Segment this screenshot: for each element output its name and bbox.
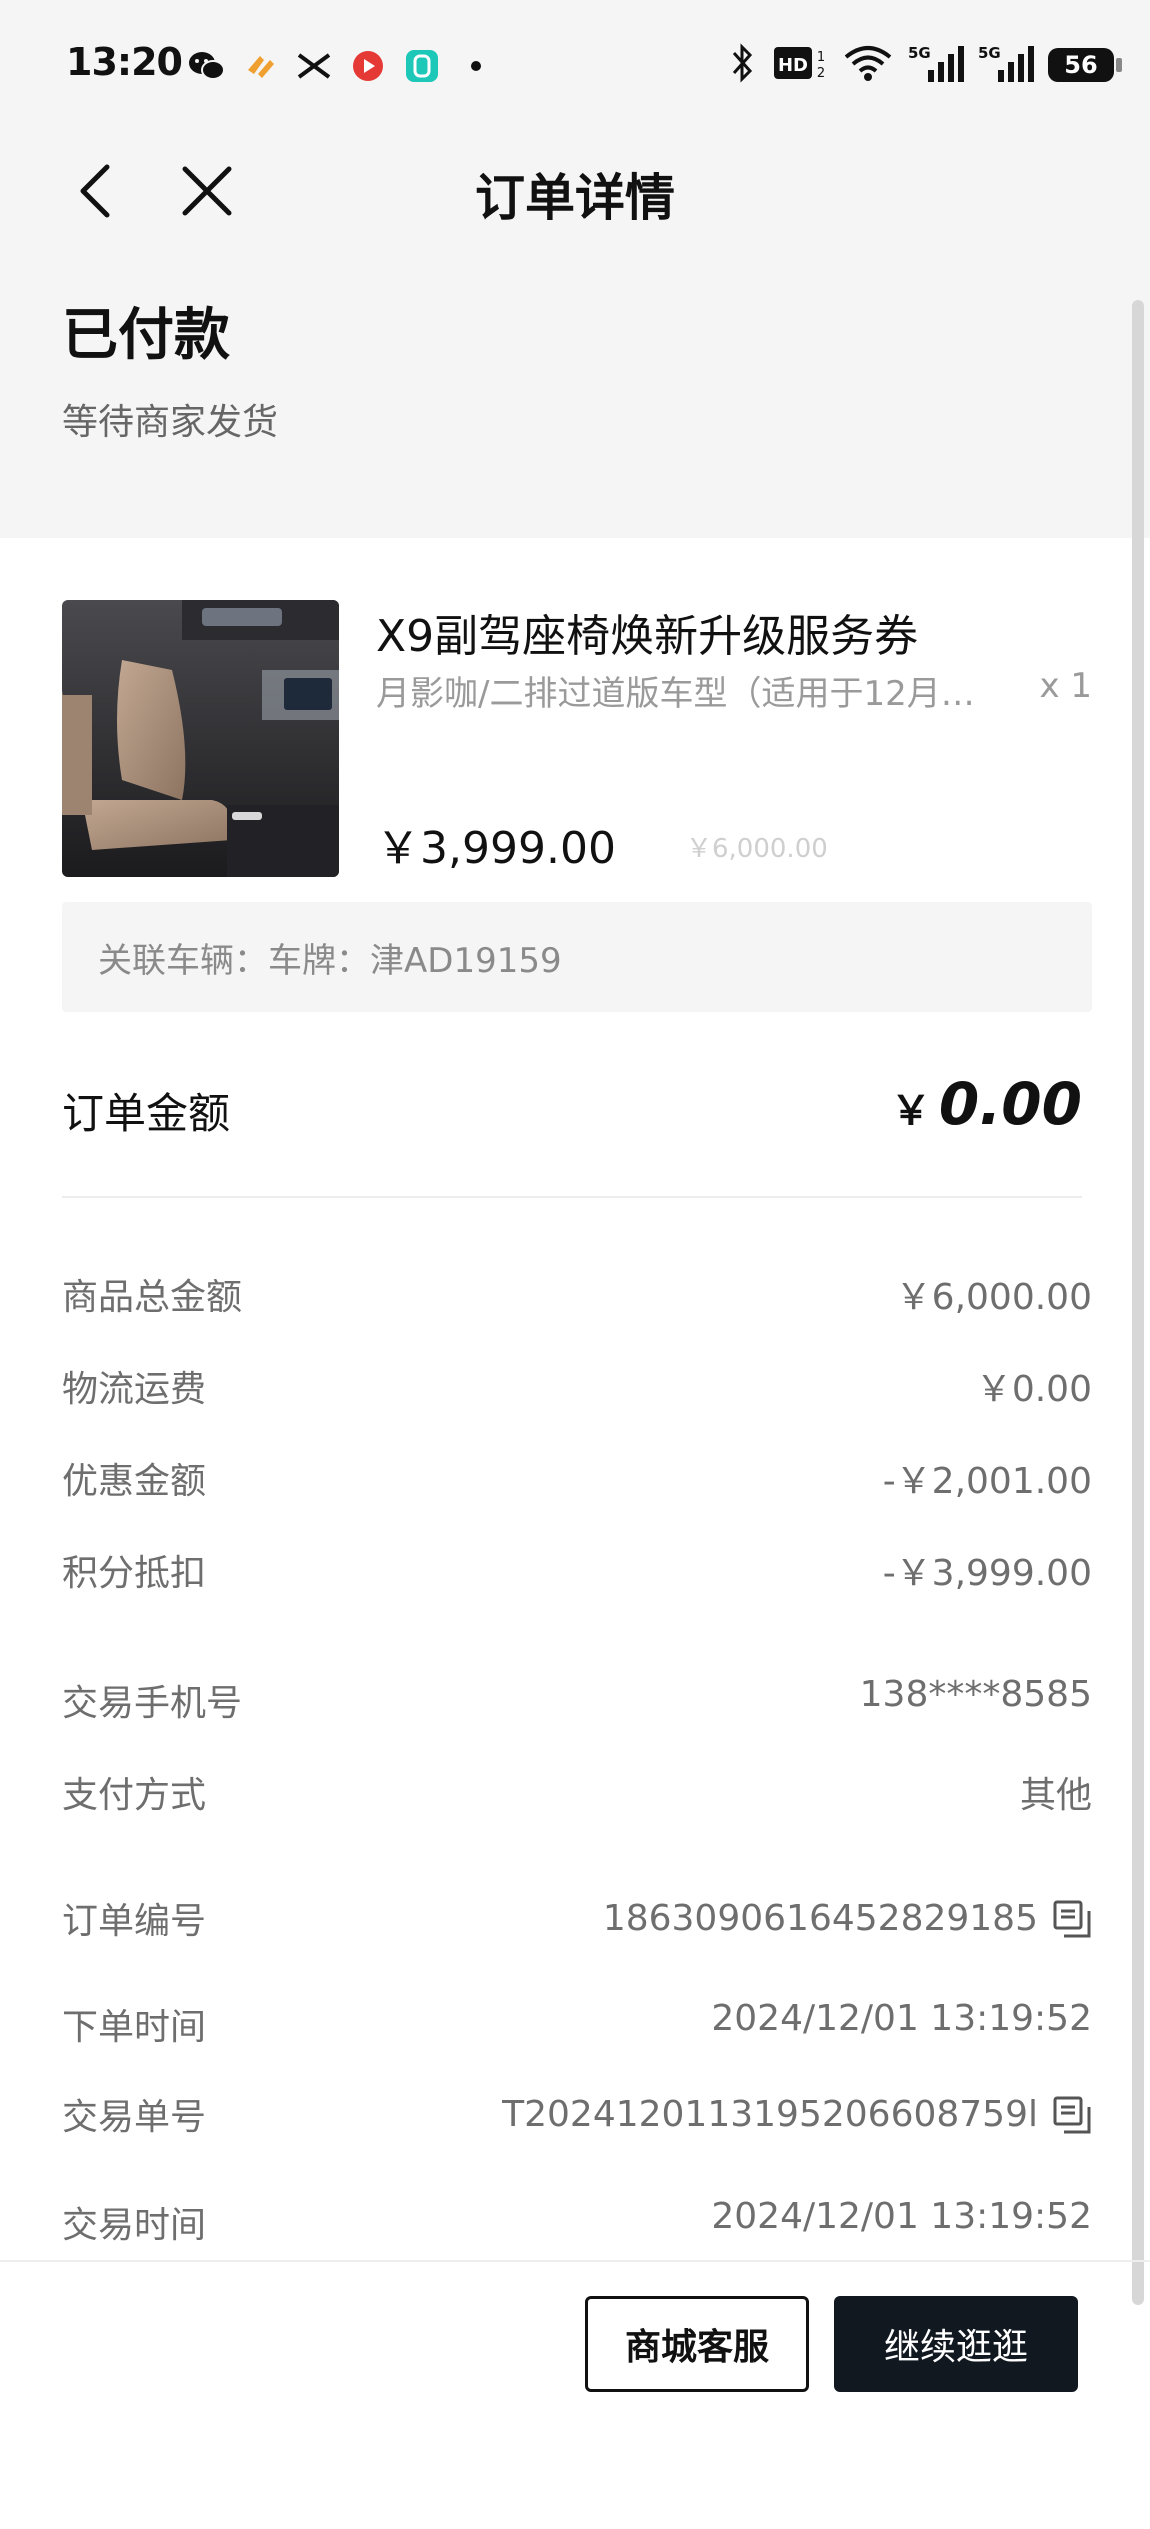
detail-value-text: ￥6,000.00: [895, 1277, 1092, 1318]
detail-row-phone: 交易手机号 138****8585: [62, 1674, 1092, 1730]
teal-app-icon: [402, 46, 442, 86]
detail-value-text: 2024/12/01 13:19:52: [711, 2196, 1092, 2237]
page-title: 订单详情: [475, 169, 675, 227]
detail-value-text: T2024120113195206608759l: [502, 2094, 1038, 2135]
red-app-icon: [348, 46, 388, 86]
linked-vehicle-text: 关联车辆：车牌：津AD19159: [98, 940, 562, 981]
product-image: [62, 600, 339, 877]
detail-label: 订单编号: [62, 1901, 207, 1942]
detail-value-text: 2024/12/01 13:19:52: [711, 1998, 1092, 2039]
product-name: X9副驾座椅焕新升级服务券: [376, 611, 919, 662]
x-app-icon: [294, 46, 334, 86]
detail-value: 1863090616452829185: [603, 1898, 1092, 1939]
product-card[interactable]: X9副驾座椅焕新升级服务券 月影咖/二排过道版车型（适用于12月… x 1 ￥3…: [62, 600, 1092, 878]
signal-5g-icon: 5G: [908, 42, 964, 88]
detail-value-text: 1863090616452829185: [602, 1898, 1038, 1939]
detail-row-payment-method: 支付方式 其他: [62, 1766, 1092, 1822]
detail-label: 下单时间: [62, 2007, 207, 2048]
detail-value: ￥6,000.00: [896, 1268, 1092, 1320]
customer-service-button[interactable]: 商城客服: [585, 2296, 809, 2392]
order-status-title: 已付款: [62, 303, 230, 368]
detail-row-points: 积分抵扣 -￥3,999.00: [62, 1544, 1092, 1600]
linked-vehicle: 关联车辆：车牌：津AD19159: [62, 902, 1092, 1012]
detail-value: -￥3,999.00: [883, 1544, 1092, 1596]
wifi-icon: [842, 43, 894, 87]
svg-text:1: 1: [817, 50, 825, 65]
notification-icons: [186, 46, 496, 86]
copy-icon[interactable]: [1052, 1899, 1092, 1939]
detail-row-goods-total: 商品总金额 ￥6,000.00: [62, 1268, 1092, 1324]
detail-label: 物流运费: [62, 1369, 207, 1410]
detail-value-text: 其他: [1019, 1775, 1092, 1816]
svg-text:5G: 5G: [978, 44, 1001, 62]
battery-level: 56: [1064, 51, 1098, 79]
wechat-icon: [186, 46, 226, 86]
signal-5g-icon-2: 5G: [978, 42, 1034, 88]
detail-value: 其他: [1020, 1766, 1092, 1818]
detail-label: 交易手机号: [62, 1683, 243, 1724]
detail-row-transaction-time: 交易时间 2024/12/01 13:19:52: [62, 2196, 1092, 2252]
order-amount-number: 0.00: [938, 1070, 1082, 1138]
detail-row-transaction-number: 交易单号 T2024120113195206608759l: [62, 2094, 1092, 2150]
detail-row-shipping: 物流运费 ￥0.00: [62, 1360, 1092, 1416]
bottom-bar-divider: [0, 2260, 1150, 2262]
detail-value: 138****8585: [860, 1674, 1092, 1715]
more-dot-icon: [456, 46, 496, 86]
hd-icon: HD 1 2: [772, 43, 828, 87]
detail-label: 支付方式: [62, 1775, 207, 1816]
svg-text:2: 2: [817, 66, 825, 81]
heart-app-icon: [240, 46, 280, 86]
detail-row-order-time: 下单时间 2024/12/01 13:19:52: [62, 1998, 1092, 2054]
status-bar: 13:20 HD 1 2 5G 5G 56: [0, 0, 1150, 130]
detail-value-text: 138****8585: [859, 1674, 1092, 1715]
detail-value-text: ￥0.00: [975, 1369, 1092, 1410]
product-original-price: ￥6,000.00: [686, 834, 828, 864]
nav-bar: 订单详情: [0, 130, 1150, 250]
detail-row-order-number: 订单编号 1863090616452829185: [62, 1898, 1092, 1954]
divider: [62, 1196, 1082, 1198]
detail-value: -￥2,001.00: [883, 1452, 1092, 1504]
detail-label: 积分抵扣: [62, 1553, 207, 1594]
detail-label: 交易单号: [62, 2097, 207, 2138]
continue-shopping-button[interactable]: 继续逛逛: [834, 2296, 1078, 2392]
battery-icon: 56: [1048, 48, 1122, 82]
detail-value: T2024120113195206608759l: [502, 2094, 1092, 2135]
svg-text:5G: 5G: [908, 44, 931, 62]
status-time: 13:20: [66, 40, 183, 84]
product-price: ￥3,999.00: [376, 823, 616, 874]
svg-text:HD: HD: [778, 55, 808, 76]
product-spec: 月影咖/二排过道版车型（适用于12月…: [376, 674, 975, 714]
detail-value-text: -￥2,001.00: [882, 1461, 1092, 1502]
detail-label: 交易时间: [62, 2205, 207, 2246]
detail-label: 优惠金额: [62, 1461, 207, 1502]
bluetooth-icon: [726, 43, 758, 87]
order-amount-currency: ￥: [890, 1088, 931, 1134]
detail-value-text: -￥3,999.00: [882, 1553, 1092, 1594]
order-status-subtitle: 等待商家发货: [62, 402, 279, 443]
detail-value: 2024/12/01 13:19:52: [711, 2196, 1092, 2237]
order-amount-row: 订单金额 ￥ 0.00: [62, 1070, 1082, 1150]
detail-label: 商品总金额: [62, 1277, 243, 1318]
system-icons: HD 1 2 5G 5G 56: [726, 42, 1122, 88]
detail-row-discount: 优惠金额 -￥2,001.00: [62, 1452, 1092, 1508]
scrollbar[interactable]: [1132, 300, 1144, 2305]
detail-value: ￥0.00: [976, 1360, 1092, 1412]
order-amount-label: 订单金额: [62, 1089, 231, 1138]
product-quantity: x 1: [1039, 666, 1092, 706]
order-status: 已付款 等待商家发货: [62, 290, 278, 445]
detail-value: 2024/12/01 13:19:52: [711, 1998, 1092, 2039]
order-amount-value: ￥ 0.00: [891, 1070, 1082, 1138]
copy-icon[interactable]: [1052, 2095, 1092, 2135]
